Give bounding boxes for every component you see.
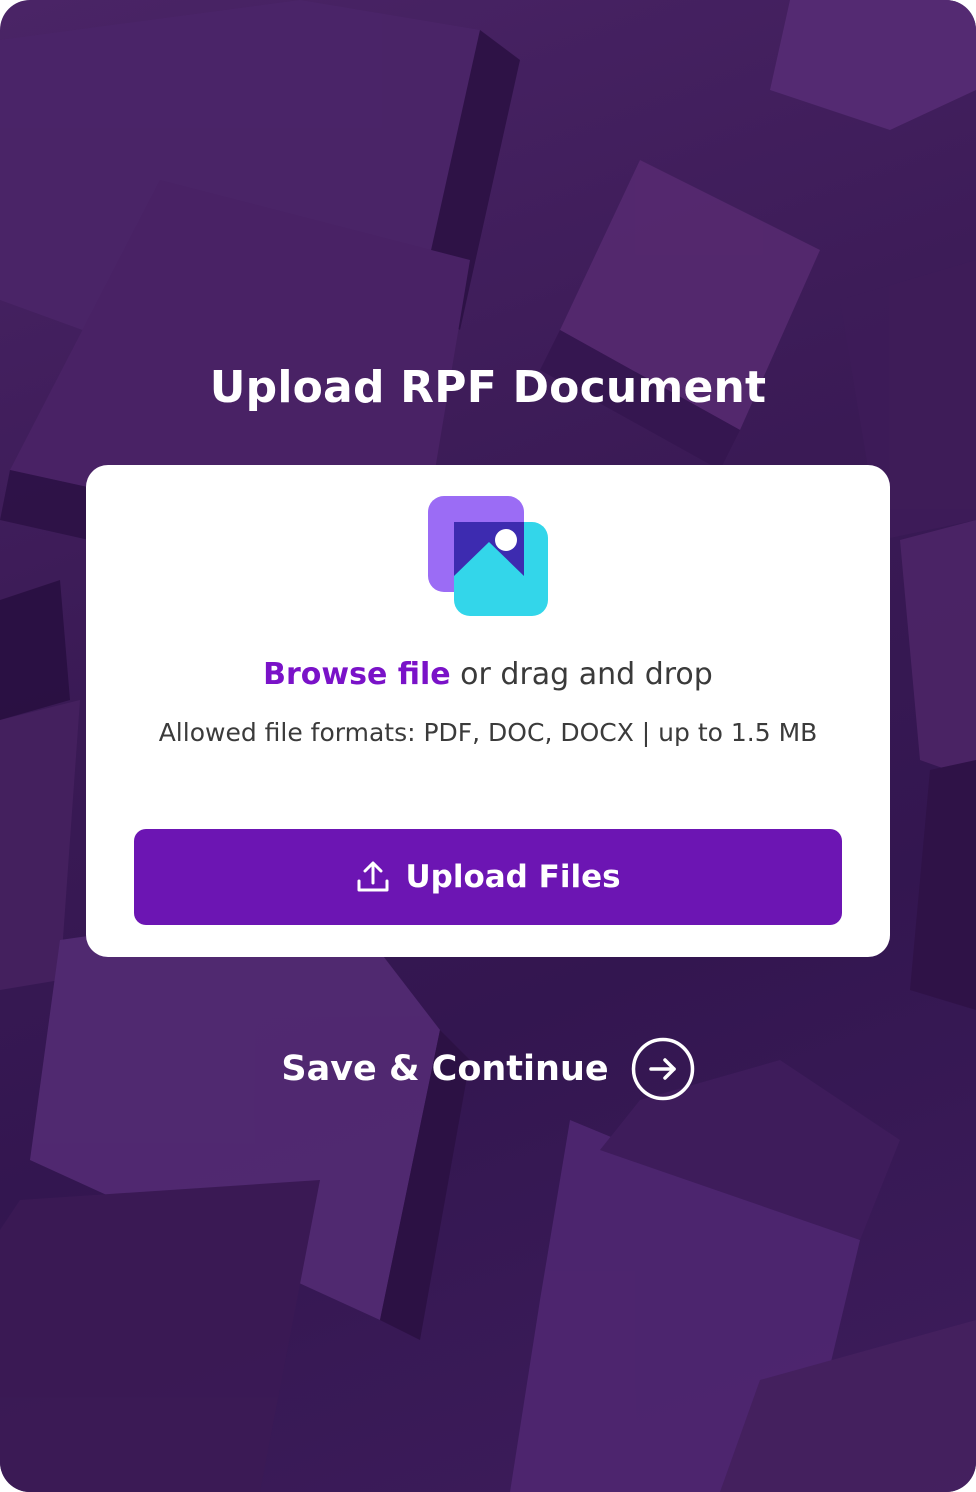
upload-files-button[interactable]: Upload Files	[134, 829, 842, 925]
save-continue-label: Save & Continue	[281, 1049, 609, 1089]
browse-instructions: Browse file or drag and drop	[86, 653, 890, 697]
allowed-formats-text: Allowed file formats: PDF, DOC, DOCX | u…	[158, 718, 818, 747]
upload-dropzone[interactable]: Browse file or drag and drop Allowed fil…	[86, 465, 890, 957]
page-title: Upload RPF Document	[209, 362, 767, 413]
upload-icon	[355, 859, 391, 895]
save-continue-button[interactable]: Save & Continue	[0, 1036, 976, 1102]
upload-files-label: Upload Files	[405, 859, 621, 895]
drag-drop-text: or drag and drop	[450, 657, 713, 692]
browse-file-link[interactable]: Browse file	[263, 657, 451, 692]
arrow-right-circle-icon	[631, 1037, 695, 1101]
image-file-icon	[428, 496, 548, 616]
upload-screen: Upload RPF Document Browse file or drag …	[0, 0, 976, 1492]
